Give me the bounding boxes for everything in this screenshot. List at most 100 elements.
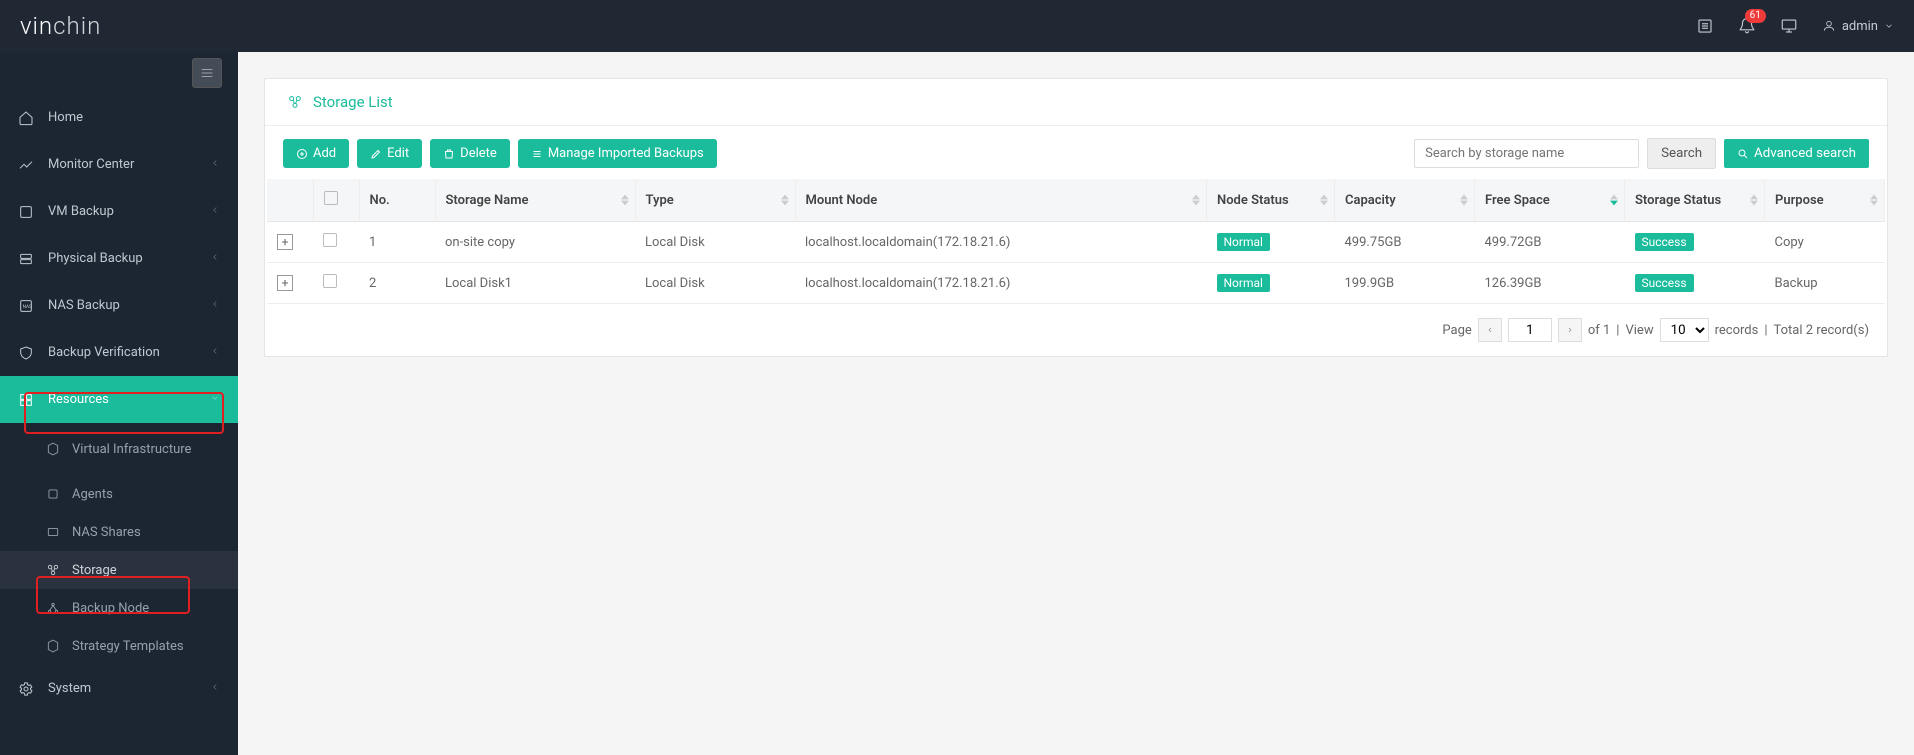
nav-vm-backup[interactable]: VM Backup xyxy=(0,188,238,235)
view-label: View xyxy=(1625,323,1653,338)
nav-resources[interactable]: Resources xyxy=(0,376,238,423)
main: Storage List Add Edit Delete Manage Impo… xyxy=(238,52,1914,755)
table-row: + 2 Local Disk1 Local Disk localhost.loc… xyxy=(267,263,1885,304)
nav-nas-backup[interactable]: NAS NAS Backup xyxy=(0,282,238,329)
nav-system[interactable]: System xyxy=(0,665,238,712)
pencil-icon xyxy=(370,148,382,160)
edit-button[interactable]: Edit xyxy=(357,139,422,168)
pipe: | xyxy=(1616,323,1619,338)
checkbox-all[interactable] xyxy=(324,191,338,205)
sub-backup-node[interactable]: Backup Node xyxy=(0,589,238,627)
expand-row-button[interactable]: + xyxy=(277,275,293,291)
edit-label: Edit xyxy=(387,146,409,161)
add-button[interactable]: Add xyxy=(283,139,349,168)
next-page-button[interactable] xyxy=(1558,318,1582,342)
storage-table: No. Storage Name Type Mount Node Node St… xyxy=(267,179,1885,304)
list-icon[interactable] xyxy=(1696,17,1714,35)
delete-button[interactable]: Delete xyxy=(430,139,510,168)
advanced-search-button[interactable]: Advanced search xyxy=(1724,139,1869,168)
chevron-left-icon xyxy=(210,298,220,313)
manage-label: Manage Imported Backups xyxy=(548,146,704,161)
storage-icon xyxy=(287,94,303,110)
template-icon xyxy=(46,639,60,653)
col-storage-status[interactable]: Storage Status xyxy=(1625,179,1765,222)
logo-part2: chin xyxy=(53,12,101,40)
storage-status-tag: Success xyxy=(1635,274,1694,292)
gear-icon xyxy=(18,681,34,697)
col-free[interactable]: Free Space xyxy=(1475,179,1625,222)
page-size-select[interactable]: 10 xyxy=(1660,318,1709,342)
sidebar-toggle-area xyxy=(0,52,238,94)
total-label: Total 2 record(s) xyxy=(1774,323,1869,338)
notification-badge: 61 xyxy=(1745,9,1766,23)
cell-mount: localhost.localdomain(172.18.21.6) xyxy=(795,222,1207,263)
add-label: Add xyxy=(313,146,336,161)
logo-part1: vin xyxy=(20,12,53,40)
cell-mount: localhost.localdomain(172.18.21.6) xyxy=(795,263,1207,304)
cell-capacity: 499.75GB xyxy=(1335,222,1475,263)
topbar-right: 61 admin xyxy=(1696,17,1894,35)
sub-label: Storage xyxy=(72,563,117,578)
sub-virtual-infrastructure[interactable]: Virtual Infrastructure xyxy=(0,423,238,475)
chevron-left-icon xyxy=(210,251,220,266)
nav-home[interactable]: Home xyxy=(0,94,238,141)
list-check-icon xyxy=(531,148,543,160)
sub-agents[interactable]: Agents xyxy=(0,475,238,513)
sub-label: Agents xyxy=(72,487,113,502)
manage-imported-button[interactable]: Manage Imported Backups xyxy=(518,139,717,168)
col-purpose[interactable]: Purpose xyxy=(1765,179,1885,222)
toolbar: Add Edit Delete Manage Imported Backups … xyxy=(265,126,1887,179)
expand-row-button[interactable]: + xyxy=(277,234,293,250)
row-checkbox[interactable] xyxy=(323,233,337,247)
col-mount[interactable]: Mount Node xyxy=(795,179,1207,222)
sub-label: NAS Shares xyxy=(72,525,141,540)
cell-type: Local Disk xyxy=(635,222,795,263)
logo: vinchin xyxy=(20,12,101,40)
storage-panel: Storage List Add Edit Delete Manage Impo… xyxy=(264,78,1888,357)
svg-text:NAS: NAS xyxy=(23,304,32,310)
search-input[interactable] xyxy=(1414,139,1639,168)
storage-status-tag: Success xyxy=(1635,233,1694,251)
chevron-left-icon xyxy=(210,681,220,696)
search-button[interactable]: Search xyxy=(1647,138,1716,169)
user-menu[interactable]: admin xyxy=(1822,19,1894,34)
chevron-left-icon xyxy=(210,345,220,360)
chevron-left-icon xyxy=(210,204,220,219)
page-label: Page xyxy=(1442,323,1471,338)
cell-free: 499.72GB xyxy=(1475,222,1625,263)
chevron-left-icon xyxy=(210,157,220,172)
pipe: | xyxy=(1764,323,1767,338)
col-check[interactable] xyxy=(313,179,359,222)
nav-monitor-center[interactable]: Monitor Center xyxy=(0,141,238,188)
plus-icon xyxy=(296,148,308,160)
sub-storage[interactable]: Storage xyxy=(0,551,238,589)
node-status-tag: Normal xyxy=(1217,274,1270,292)
page-input[interactable] xyxy=(1508,318,1552,342)
row-checkbox[interactable] xyxy=(323,274,337,288)
server-icon xyxy=(18,251,34,267)
notifications-icon[interactable]: 61 xyxy=(1738,17,1756,35)
agent-icon xyxy=(46,487,60,501)
col-type[interactable]: Type xyxy=(635,179,795,222)
nav-label: Backup Verification xyxy=(48,345,160,360)
nav-physical-backup[interactable]: Physical Backup xyxy=(0,235,238,282)
sub-nas-shares[interactable]: NAS Shares xyxy=(0,513,238,551)
nav-backup-verification[interactable]: Backup Verification xyxy=(0,329,238,376)
prev-page-button[interactable] xyxy=(1478,318,1502,342)
advanced-label: Advanced search xyxy=(1754,146,1856,161)
chevron-down-icon xyxy=(210,392,220,407)
home-icon xyxy=(18,110,34,126)
nav-label: Resources xyxy=(48,392,109,407)
col-node-status[interactable]: Node Status xyxy=(1207,179,1335,222)
trash-icon xyxy=(443,148,455,160)
sidebar: Home Monitor Center VM Backup Physical B… xyxy=(0,52,238,755)
col-name[interactable]: Storage Name xyxy=(435,179,635,222)
col-no[interactable]: No. xyxy=(359,179,435,222)
sub-label: Virtual Infrastructure xyxy=(72,442,191,457)
cell-name: on-site copy xyxy=(435,222,635,263)
sub-strategy-templates[interactable]: Strategy Templates xyxy=(0,627,238,665)
cell-name: Local Disk1 xyxy=(435,263,635,304)
monitor-icon[interactable] xyxy=(1780,17,1798,35)
col-capacity[interactable]: Capacity xyxy=(1335,179,1475,222)
sidebar-toggle-button[interactable] xyxy=(192,58,222,88)
